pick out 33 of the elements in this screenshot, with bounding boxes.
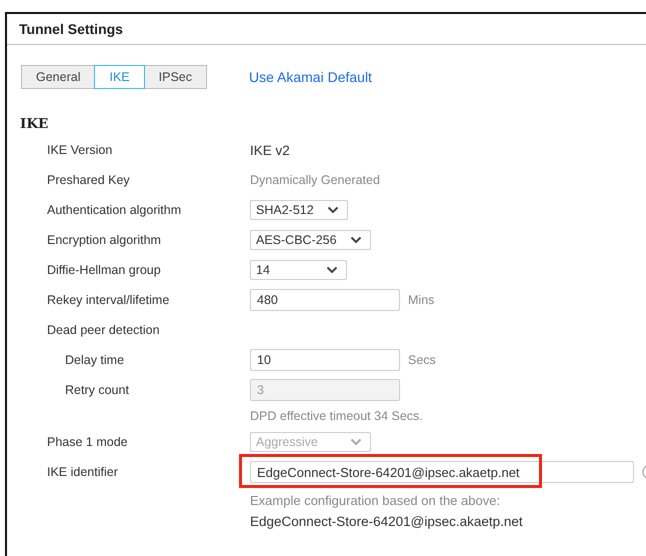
chevron-down-icon [350,438,362,446]
field-label: Rekey interval/lifetime [47,293,170,307]
field-label: IKE identifier [47,465,118,479]
chevron-down-icon [327,206,339,214]
unit-label: Mins [408,293,434,307]
field-value: IKE v2 [250,142,290,158]
example-caption: Example configuration based on the above: [250,493,502,508]
field-label: Encryption algorithm [47,233,161,247]
field-label: Retry count [65,383,129,397]
input-field[interactable]: 10 [250,349,400,371]
section-heading: IKE [19,115,50,133]
field-label: Dead peer detection [47,323,160,337]
field-label: Phase 1 mode [47,435,128,449]
chevron-down-icon [350,236,362,244]
unit-label: Secs [408,353,436,367]
tab[interactable]: General [21,65,96,89]
panel-title: Tunnel Settings [7,14,646,45]
tab[interactable]: IPSec [144,65,207,89]
field-label: Diffie-Hellman group [47,263,161,277]
hint-text: DPD effective timeout 34 Secs. [250,409,423,423]
field-label: Authentication algorithm [47,203,182,217]
dropdown[interactable]: SHA2-512 [250,200,348,220]
default-link[interactable]: Use Akamai Default [249,69,372,85]
input-field[interactable]: EdgeConnect-Store-64201@ipsec.akaetp.net [250,461,634,483]
dropdown[interactable]: AES-CBC-256 [250,230,371,250]
chevron-down-icon [326,266,338,274]
dropdown[interactable]: 14 [250,260,347,280]
input-field[interactable]: 480 [250,289,400,311]
field-value: Dynamically Generated [250,173,380,187]
field-label: IKE Version [47,143,112,157]
field-label: Preshared Key [47,173,130,187]
example-value: EdgeConnect-Store-64201@ipsec.akaetp.net [250,514,523,529]
field-label: Delay time [65,353,124,367]
